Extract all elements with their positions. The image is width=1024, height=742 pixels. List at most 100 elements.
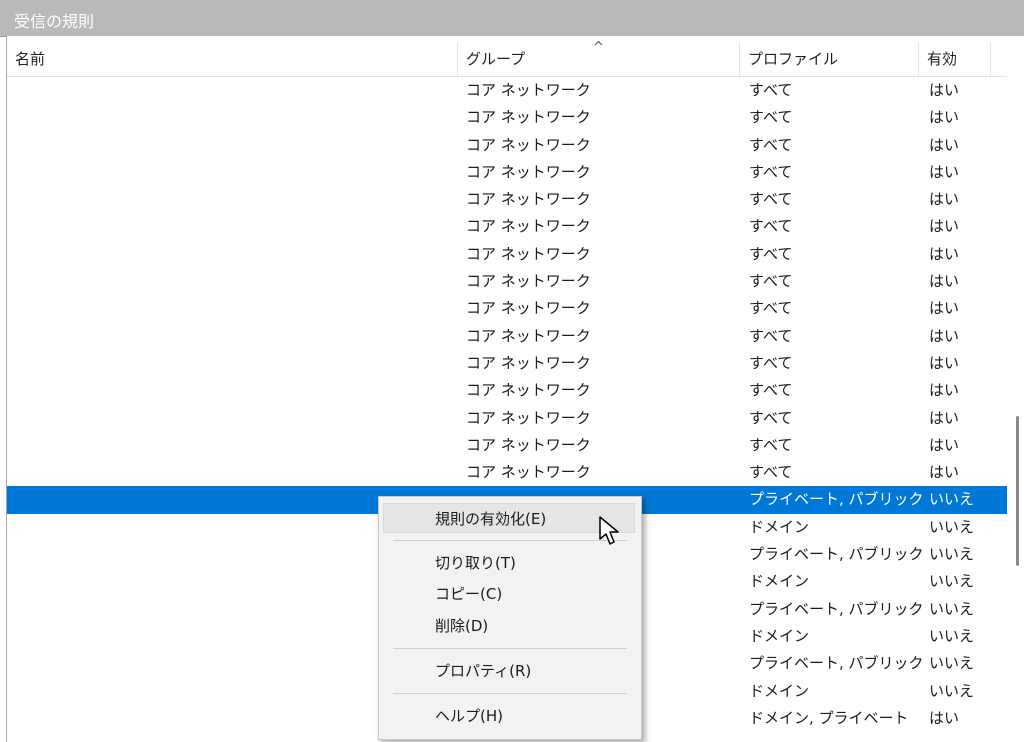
scrollbar-thumb[interactable]	[1016, 416, 1019, 566]
cell-profile: プライベート, パブリック	[749, 654, 924, 673]
cell-enabled: はい	[929, 244, 960, 263]
table-row[interactable]: コア ネットワーク - マルチキャスト リスナー クエリ (ICMPv6 受..…	[7, 159, 1007, 186]
column-header-profile[interactable]: プロファイル	[740, 42, 919, 76]
cell-group: コア ネットワーク	[466, 135, 591, 154]
cell-profile: すべて	[749, 217, 793, 236]
cell-group: コア ネットワーク	[466, 108, 591, 127]
cell-profile: ドメイン	[749, 681, 810, 700]
cell-enabled: はい	[929, 353, 960, 372]
menu-separator	[393, 540, 627, 541]
vertical-scrollbar[interactable]	[1011, 36, 1024, 742]
cell-enabled: いいえ	[929, 572, 975, 591]
menu-item-label: ヘルプ(H)	[435, 707, 503, 725]
menu-item-label: プロパティ(R)	[435, 662, 532, 680]
sort-ascending-icon: ^	[593, 40, 604, 55]
cell-enabled: はい	[929, 217, 960, 236]
cell-enabled: はい	[929, 381, 960, 400]
menu-item-label: 規則の有効化(E)	[435, 510, 547, 528]
cell-group: コア ネットワーク	[466, 190, 591, 209]
menu-item-cut[interactable]: 切り取り(T)	[379, 548, 641, 578]
cell-group: コア ネットワーク	[466, 381, 591, 400]
cell-group: コア ネットワーク	[466, 326, 591, 345]
cell-enabled: いいえ	[929, 626, 975, 645]
cell-enabled: はい	[929, 162, 960, 181]
cell-profile: すべて	[749, 381, 793, 400]
cell-profile: プライベート, パブリック	[749, 545, 924, 564]
cell-enabled: はい	[929, 272, 960, 291]
cell-profile: すべて	[749, 162, 793, 181]
table-row[interactable]: コア ネットワーク - マルチキャスト リスナー完了 (ICMPv6 受信)コア…	[7, 241, 1007, 268]
cell-group: コア ネットワーク	[466, 217, 591, 236]
cell-profile: すべて	[749, 108, 793, 127]
cell-enabled: いいえ	[929, 654, 975, 673]
cell-enabled: はい	[929, 326, 960, 345]
table-header: 名前 グループ ^ プロファイル 有効	[7, 40, 1007, 77]
menu-separator	[393, 648, 627, 649]
menu-item-label: 削除(D)	[435, 617, 489, 635]
table-row[interactable]: コア ネットワーク - マルチキャスト リスナー レポート v2 (ICMPv.…	[7, 213, 1007, 240]
cell-profile: ドメイン, プライベート	[749, 708, 909, 727]
cell-group: コア ネットワーク	[466, 299, 591, 318]
table-row[interactable]: コア ネットワーク - 近隣探索要請 (ICMPv6 受信)コア ネットワークす…	[7, 350, 1007, 377]
cell-enabled: はい	[929, 708, 960, 727]
menu-item-properties[interactable]: プロパティ(R)	[379, 656, 641, 686]
cell-profile: すべて	[749, 299, 793, 318]
menu-separator	[393, 693, 627, 694]
table-row[interactable]: コア ネットワーク - パラメーターの問題 (ICMPv6 受信)コア ネットワ…	[7, 132, 1007, 159]
cell-group: コア ネットワーク	[466, 435, 591, 454]
cell-profile: すべて	[749, 190, 793, 209]
cell-group: コア ネットワーク	[466, 244, 591, 263]
cell-profile: すべて	[749, 435, 793, 454]
cell-profile: すべて	[749, 244, 793, 263]
cell-group: コア ネットワーク	[466, 353, 591, 372]
mouse-pointer-icon	[599, 516, 619, 545]
cell-enabled: はい	[929, 435, 960, 454]
cell-enabled: いいえ	[929, 599, 975, 618]
cell-enabled: いいえ	[929, 517, 975, 536]
cell-group: コア ネットワーク	[466, 463, 591, 482]
table-row[interactable]: コア ネットワーク - 時間超過 (ICMPv6 受信)コア ネットワークすべて…	[7, 377, 1007, 404]
cell-enabled: はい	[929, 135, 960, 154]
cell-profile: すべて	[749, 135, 793, 154]
table-row[interactable]: コア ネットワーク - インターネット グループ管理プロトコル (IG...コア…	[7, 77, 1007, 104]
cell-profile: すべて	[749, 326, 793, 345]
cell-profile: すべて	[749, 272, 793, 291]
table-row[interactable]: コア ネットワーク - マルチキャスト リスナー レポート (ICMPv6 ..…	[7, 186, 1007, 213]
column-header-name[interactable]: 名前	[7, 42, 458, 76]
cell-profile: ドメイン	[749, 626, 810, 645]
cell-group: コア ネットワーク	[466, 81, 591, 99]
cell-profile: ドメイン	[749, 517, 810, 536]
window-title-bar: 受信の規則	[0, 0, 1024, 37]
cell-enabled: はい	[929, 299, 960, 318]
menu-item-help[interactable]: ヘルプ(H)	[379, 701, 641, 731]
cell-group: コア ネットワーク	[466, 272, 591, 291]
cell-group: コア ネットワーク	[466, 162, 591, 181]
cell-enabled: はい	[929, 190, 960, 209]
table-row[interactable]: コア ネットワーク - 到達不可能な宛先 - 断片化が必要 (IC...コア ネ…	[7, 405, 1007, 432]
cell-enabled: はい	[929, 408, 960, 427]
menu-item-delete[interactable]: 削除(D)	[379, 611, 641, 641]
table-row[interactable]: コア ネットワーク - ルーター アドバタイズ (ICMPv6 受信)コア ネッ…	[7, 268, 1007, 295]
table-row[interactable]: コア ネットワーク - ルーター要請 (ICMPv6-受信)コア ネットワークす…	[7, 295, 1007, 322]
cell-profile: すべて	[749, 353, 793, 372]
cell-enabled: はい	[929, 81, 960, 99]
cell-enabled: はい	[929, 108, 960, 127]
cell-enabled: いいえ	[929, 545, 975, 564]
table-row[interactable]: コア ネットワーク - 動的ホスト構成プロトコル (DHCP 受信)コア ネット…	[7, 459, 1007, 486]
cell-group: コア ネットワーク	[466, 408, 591, 427]
cell-profile: プライベート, パブリック	[749, 490, 924, 509]
window-title: 受信の規則	[14, 12, 95, 31]
cell-profile: すべて	[749, 408, 793, 427]
cell-profile: すべて	[749, 81, 793, 99]
cell-profile: すべて	[749, 463, 793, 482]
menu-item-label: コピー(C)	[435, 585, 503, 603]
table-row[interactable]: コア ネットワーク - パケットが大きすぎます (ICMPv6 受信)コア ネッ…	[7, 104, 1007, 131]
table-row[interactable]: コア ネットワーク - 近隣探索アドバタイズ (ICMPv6 受信)コア ネット…	[7, 323, 1007, 350]
menu-item-label: 切り取り(T)	[435, 554, 516, 572]
cell-enabled: いいえ	[929, 681, 975, 700]
cell-profile: プライベート, パブリック	[749, 599, 924, 618]
column-header-enabled[interactable]: 有効	[919, 42, 991, 76]
cell-enabled: いいえ	[929, 490, 975, 509]
menu-item-copy[interactable]: コピー(C)	[379, 579, 641, 609]
table-row[interactable]: コア ネットワーク - 到達不可能な宛先 (ICMPv6 受信)コア ネットワー…	[7, 432, 1007, 459]
